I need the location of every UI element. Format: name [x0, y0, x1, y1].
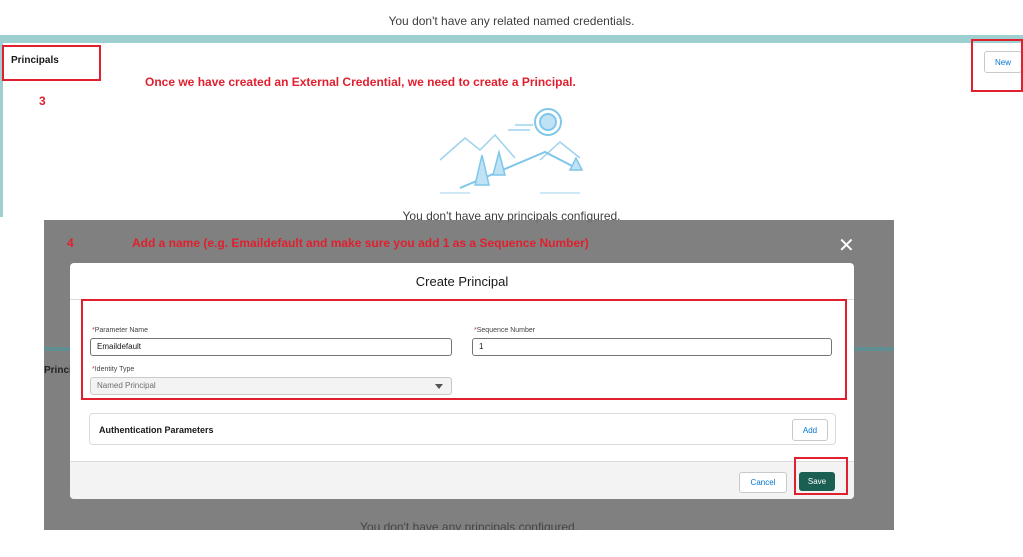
close-icon[interactable]: ✕ — [838, 233, 855, 258]
annotation-step-4-text: Add a name (e.g. Emaildefault and make s… — [132, 236, 589, 250]
related-credentials-empty-text: You don't have any related named credent… — [388, 14, 635, 28]
add-button[interactable]: Add — [792, 419, 828, 441]
annotation-box-save — [794, 457, 848, 495]
modal-footer: Cancel Save — [70, 461, 854, 499]
annotation-box-new — [971, 39, 1023, 92]
authentication-parameters-section: Authentication Parameters Add — [89, 413, 836, 445]
annotation-step-4: 4 — [67, 236, 74, 250]
principals-empty-text-bottom: You don't have any principals configured… — [360, 520, 578, 530]
annotation-step-3-text: Once we have created an External Credent… — [145, 75, 576, 89]
annotation-step-3: 3 — [39, 94, 46, 108]
annotation-box-fields — [81, 299, 847, 400]
authentication-parameters-title: Authentication Parameters — [99, 425, 214, 435]
cancel-button[interactable]: Cancel — [739, 472, 787, 493]
annotation-box-principals — [2, 45, 101, 81]
empty-state-illustration-icon — [439, 108, 584, 194]
section-divider — [3, 35, 1023, 43]
modal-title: Create Principal — [70, 263, 854, 300]
